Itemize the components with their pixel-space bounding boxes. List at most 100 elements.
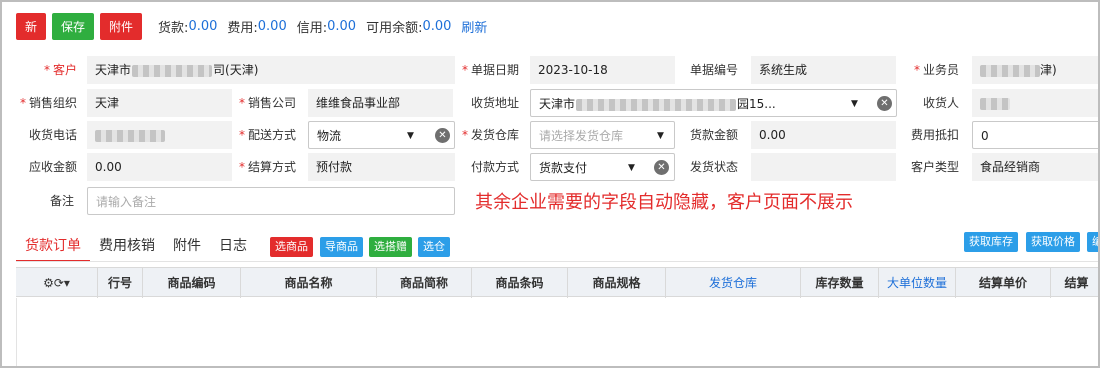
payment-amount-field: 0.00 — [751, 121, 896, 149]
sales-company-field: 维维食品事业部 — [308, 89, 453, 117]
clear-icon[interactable]: ✕ — [435, 128, 450, 143]
select-products-button[interactable]: 选商品 — [270, 237, 313, 257]
filter-icon[interactable]: ▾ — [64, 276, 70, 290]
chevron-down-icon[interactable]: ▼ — [407, 122, 414, 148]
form-row-2: * 销售组织 天津 * 销售公司 维维食品事业部 收货地址 天津市 园15... ▼ … — [2, 88, 1098, 118]
delivery-method-value: 物流 — [317, 129, 342, 143]
pay-method-select[interactable]: 货款支付 ▼ ✕ — [530, 153, 675, 181]
col-settle-price[interactable]: 结算单价 — [956, 268, 1051, 298]
col-barcode[interactable]: 商品条码 — [472, 268, 568, 298]
doc-date-field[interactable]: 2023-10-18 — [530, 56, 675, 84]
receiver-label: 收货人 — [922, 96, 959, 110]
settle-method-field: 预付款 — [308, 153, 455, 181]
top-toolbar: 新 保存 附件 货款: 0.00 费用: 0.00 信用: 0.00 可用余额: 0.0… — [16, 12, 487, 40]
detail-tabs: 货款订单 费用核销 附件 日志 — [16, 232, 256, 262]
doc-no-field: 系统生成 — [751, 56, 896, 84]
receiver-phone-field[interactable] — [87, 121, 232, 149]
fee-offset-input[interactable]: 0 — [972, 121, 1098, 149]
ship-addr-label: 收货地址 — [470, 96, 519, 110]
select-gift-button[interactable]: 选搭赠 — [369, 237, 412, 257]
edit-button[interactable]: 编 — [1087, 232, 1098, 252]
chevron-down-icon[interactable]: ▼ — [657, 122, 664, 148]
grid-tools: ⚙⟳▾ — [16, 268, 98, 298]
fee-value: 0.00 — [257, 18, 287, 34]
col-product-short-name[interactable]: 商品简称 — [377, 268, 472, 298]
delivery-method-label: * 配送方式 — [238, 128, 296, 142]
remark-input[interactable]: 请输入备注 — [87, 187, 455, 215]
credit-value: 0.00 — [327, 18, 357, 34]
sales-company-label: * 销售公司 — [238, 96, 296, 110]
import-products-button[interactable]: 导商品 — [320, 237, 363, 257]
balance-summary: 货款: 0.00 费用: 0.00 信用: 0.00 可用余额: 0.00 — [158, 17, 451, 36]
tab-payment-order[interactable]: 货款订单 — [16, 232, 90, 262]
payment-label: 货款: — [158, 20, 189, 36]
hidden-fields-notice: 其余企业需要的字段自动隐藏，客户页面不展示 — [475, 192, 853, 213]
salesman-field[interactable]: 津) — [972, 56, 1098, 84]
redacted-block — [95, 129, 165, 142]
fee-offset-label: 费用抵扣 — [910, 128, 959, 142]
customer-suffix: 司(天津) — [213, 63, 259, 77]
col-stock-qty[interactable]: 库存数量 — [801, 268, 879, 298]
refresh-icon[interactable]: ⟳ — [54, 276, 64, 290]
attachment-button[interactable]: 附件 — [100, 12, 143, 40]
pay-method-label: 付款方式 — [470, 160, 519, 174]
payment-amount-label: 货款金额 — [689, 128, 738, 142]
chevron-down-icon[interactable]: ▼ — [628, 154, 635, 180]
form-row-4: 应收金额 0.00 * 结算方式 预付款 付款方式 货款支付 ▼ ✕ 发货状态 客… — [2, 152, 1098, 182]
get-price-button[interactable]: 获取价格 — [1026, 232, 1080, 252]
redacted-block — [576, 98, 737, 111]
settle-method-label: * 结算方式 — [238, 160, 296, 174]
chevron-down-icon[interactable]: ▼ — [851, 90, 858, 116]
redacted-block — [132, 64, 213, 77]
fee-label: 费用: — [227, 20, 258, 36]
customer-type-field: 食品经销商 — [972, 153, 1098, 181]
form-row-3: 收货电话 * 配送方式 物流 ▼ ✕ * 发货仓库 请选择发货仓库 ▼ 货款金额 0… — [2, 120, 1098, 150]
customer-prefix: 天津市 — [95, 63, 132, 77]
tab-fee-writeoff[interactable]: 费用核销 — [90, 232, 164, 262]
ship-addr-suffix: 园15... — [737, 97, 776, 111]
col-product-name[interactable]: 商品名称 — [241, 268, 377, 298]
credit-label: 信用: — [296, 20, 328, 36]
ship-addr-prefix: 天津市 — [539, 97, 576, 111]
ship-addr-select[interactable]: 天津市 园15... ▼ ✕ — [530, 89, 897, 117]
new-button[interactable]: 新 — [16, 12, 47, 40]
col-settle[interactable]: 结算 — [1051, 268, 1098, 298]
receivable-field: 0.00 — [87, 153, 232, 181]
remark-placeholder: 请输入备注 — [96, 195, 157, 209]
remark-label: 备注 — [49, 194, 74, 208]
customer-label: * 客户 — [43, 63, 77, 77]
col-product-code[interactable]: 商品编码 — [143, 268, 241, 298]
receiver-field[interactable] — [972, 89, 1098, 117]
ship-status-field — [751, 153, 896, 181]
col-row-no[interactable]: 行号 — [98, 268, 143, 298]
tab-log[interactable]: 日志 — [210, 232, 256, 262]
grid-body — [16, 298, 1098, 366]
get-stock-button[interactable]: 获取库存 — [964, 232, 1018, 252]
order-editor-window: 新 保存 附件 货款: 0.00 费用: 0.00 信用: 0.00 可用余额: 0.0… — [0, 0, 1100, 368]
payment-value: 0.00 — [188, 18, 218, 34]
tab-attachments[interactable]: 附件 — [164, 232, 210, 262]
save-button[interactable]: 保存 — [52, 12, 95, 40]
redacted-block — [980, 64, 1040, 77]
col-ship-warehouse[interactable]: 发货仓库 — [666, 268, 801, 298]
salesman-suffix: 津) — [1040, 63, 1057, 77]
salesman-label: * 业务员 — [913, 63, 959, 77]
receiver-phone-label: 收货电话 — [28, 128, 77, 142]
customer-field[interactable]: 天津市 司(天津) — [87, 56, 455, 84]
col-big-unit-qty[interactable]: 大单位数量 — [879, 268, 956, 298]
available-balance-value: 0.00 — [422, 18, 452, 34]
customer-type-label: 客户类型 — [910, 160, 959, 174]
refresh-link[interactable]: 刷新 — [461, 17, 487, 36]
warehouse-label: * 发货仓库 — [461, 128, 519, 142]
select-warehouse-button[interactable]: 选仓 — [418, 237, 450, 257]
clear-icon[interactable]: ✕ — [654, 160, 669, 175]
grid-header: ⚙⟳▾ 行号 商品编码 商品名称 商品简称 商品条码 商品规格 发货仓库 库存数… — [16, 267, 1098, 298]
receivable-label: 应收金额 — [28, 160, 77, 174]
col-spec[interactable]: 商品规格 — [568, 268, 666, 298]
clear-icon[interactable]: ✕ — [877, 96, 892, 111]
pay-method-value: 货款支付 — [539, 161, 588, 175]
warehouse-select[interactable]: 请选择发货仓库 ▼ — [530, 121, 675, 149]
delivery-method-select[interactable]: 物流 ▼ ✕ — [308, 121, 455, 149]
warehouse-placeholder: 请选择发货仓库 — [539, 129, 624, 143]
gear-icon[interactable]: ⚙ — [43, 276, 54, 290]
